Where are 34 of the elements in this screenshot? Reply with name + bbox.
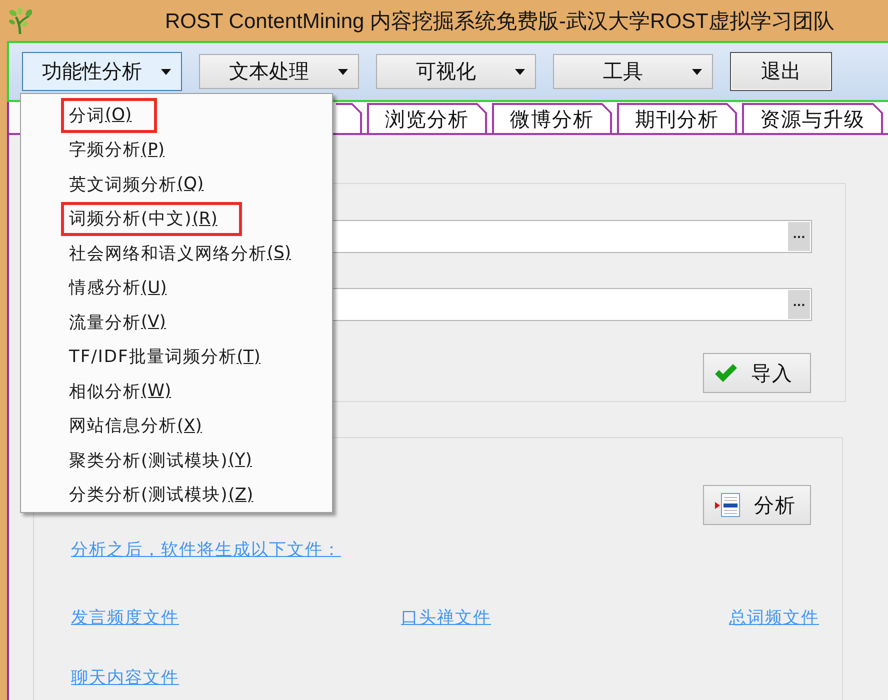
menu-item[interactable]: 社会网络和语义网络分析(S): [61, 236, 316, 270]
tab[interactable]: 期刊分析: [617, 103, 737, 133]
menu-item[interactable]: 分词(O): [61, 98, 157, 132]
checkmark-icon: [715, 364, 737, 382]
analyze-button[interactable]: 分析: [703, 485, 811, 525]
tab[interactable]: 浏览分析: [367, 103, 487, 133]
menu-item[interactable]: 流量分析(V): [61, 305, 191, 340]
menu-item[interactable]: 情感分析(U): [61, 270, 192, 305]
import-button[interactable]: 导入: [703, 353, 811, 393]
document-icon: [715, 493, 740, 517]
dropdown-button[interactable]: 工具: [553, 54, 713, 89]
caret-icon: [338, 68, 348, 74]
browse-button[interactable]: ...: [788, 222, 810, 251]
caret-icon: [692, 68, 702, 74]
tab-edge[interactable]: [336, 103, 362, 133]
dropdown-button[interactable]: 功能性分析: [22, 52, 182, 91]
tab[interactable]: 微博分析: [492, 103, 612, 133]
menu-item[interactable]: 词频分析(中文)(R): [61, 202, 242, 236]
window-title: ROST ContentMining 内容挖掘系统免费版-武汉大学ROST虚拟学习团队: [165, 8, 834, 34]
dropdown-button[interactable]: 文本处理: [199, 54, 359, 89]
tab[interactable]: 资源与升级: [742, 103, 883, 133]
menu-item[interactable]: 网站信息分析(X): [61, 408, 227, 443]
caret-icon: [161, 68, 171, 74]
menu-item[interactable]: 分类分析(测试模块)(Z): [61, 478, 278, 512]
browse-button[interactable]: ...: [788, 290, 810, 319]
menu-item[interactable]: 字频分析(P): [61, 132, 190, 167]
menu-item[interactable]: 英文词频分析(Q): [61, 167, 229, 202]
toolbar-button[interactable]: 退出: [730, 52, 832, 91]
plant-icon: [8, 6, 32, 34]
menu-item[interactable]: TF/IDF批量词频分析(T): [61, 340, 286, 374]
dropdown-button[interactable]: 可视化: [376, 54, 536, 89]
caret-icon: [515, 68, 525, 74]
menu-item[interactable]: 聚类分析(测试模块)(Y): [61, 443, 277, 478]
menu-item[interactable]: 相似分析(W): [61, 374, 196, 408]
